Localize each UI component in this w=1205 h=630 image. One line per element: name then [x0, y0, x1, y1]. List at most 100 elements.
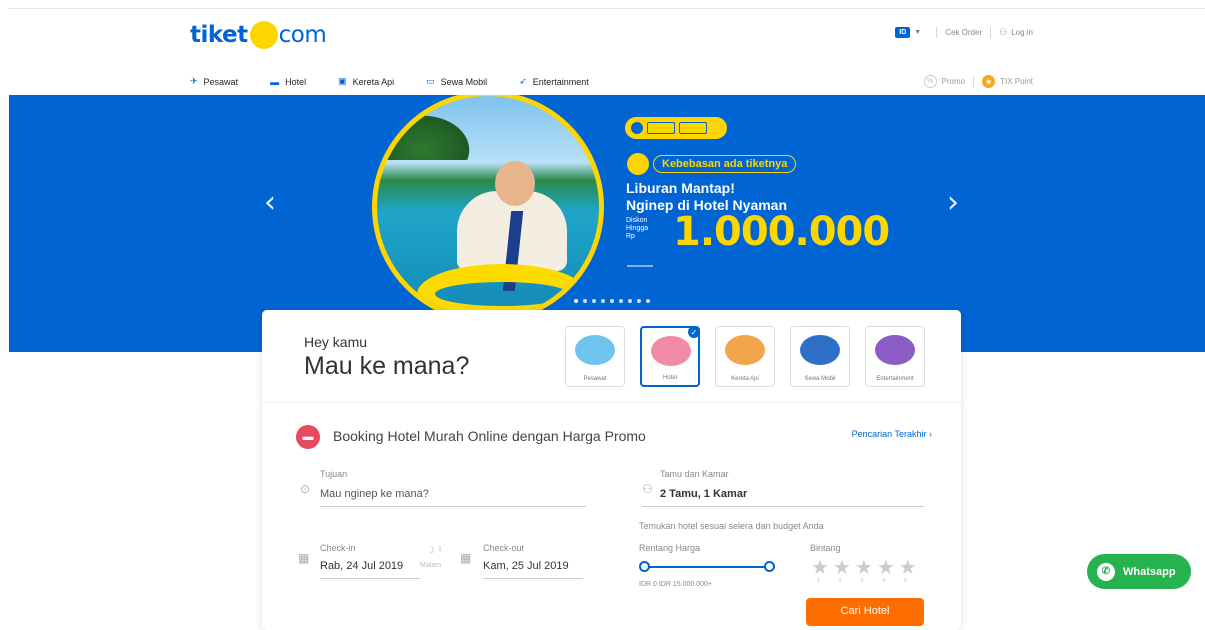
star-icon[interactable]: ★ [833, 555, 851, 580]
discount-label: Diskon Hingga Rp [626, 217, 648, 241]
carousel-dot[interactable] [619, 299, 623, 303]
chevron-right-icon[interactable]: › [947, 185, 959, 220]
star-number: 4 [882, 578, 886, 584]
hotel-icon [651, 336, 691, 366]
points-icon: ★ [982, 75, 996, 88]
points-link[interactable]: TIX Point [1000, 77, 1033, 86]
checkin-date[interactable]: Rab, 24 Jul 2019 [320, 560, 403, 572]
header-actions: ID ▼ Cek Order ⚇ Log in [895, 27, 1033, 38]
recent-search-link[interactable]: Pencarian Terakhir › [852, 429, 932, 439]
star-number: 1 [817, 578, 820, 584]
checkout-label: Check-out [483, 543, 525, 553]
nav-label: Hotel [285, 76, 307, 87]
filter-hint: Temukan hotel sesuai selera dan budget A… [639, 521, 824, 531]
nav-item-hotel[interactable]: ▬ Hotel [270, 77, 306, 87]
product-label: Entertainment [876, 376, 914, 382]
language-flag-icon[interactable]: ID [895, 27, 911, 38]
star-rating-selector[interactable]: ★ ★ ★ ★ ★ [811, 555, 917, 580]
product-label: Hotel [662, 375, 677, 381]
promo-link[interactable]: Promo [942, 77, 966, 86]
chevron-left-icon[interactable]: ‹ [264, 185, 276, 220]
tiket-logo[interactable]: tiket com [190, 20, 327, 50]
logo-text-right: com [278, 22, 327, 48]
user-icon: ⚇ [642, 482, 653, 496]
product-tab-entertainment[interactable]: Entertainment [865, 326, 925, 387]
price-range-label: Rentang Harga [639, 543, 701, 553]
price-range-values: IDR 0 IDR 15.000.000+ [639, 581, 712, 588]
product-label: Pesawat [583, 376, 607, 382]
carousel-dot[interactable] [628, 299, 632, 303]
nav-label: Sewa Mobil [440, 76, 488, 87]
carousel-dot[interactable] [592, 299, 596, 303]
nav-item-kereta-api[interactable]: ▣ Kereta Api [338, 76, 394, 87]
top-divider [9, 8, 1205, 9]
partner-badges [625, 117, 727, 139]
slider-min-handle[interactable] [639, 561, 650, 572]
carousel-dot[interactable] [601, 299, 605, 303]
star-icon[interactable]: ★ [811, 555, 829, 580]
cek-order-link[interactable]: Cek Order [945, 28, 982, 37]
product-tab-kereta-api[interactable]: Kereta Api [715, 326, 775, 387]
slider-max-handle[interactable] [764, 561, 775, 572]
nav-label: Kereta Api [352, 76, 395, 87]
chevron-down-icon[interactable]: ▼ [914, 29, 921, 36]
user-icon: ⚇ [999, 27, 1008, 37]
carousel-dot[interactable] [610, 299, 614, 303]
plane-icon: ✈ [190, 76, 198, 86]
car-icon: ▭ [426, 76, 435, 86]
whatsapp-label: Whatsapp [1123, 565, 1176, 578]
check-icon: ✓ [688, 326, 700, 338]
product-tab-sewa-mobil[interactable]: Sewa Mobil [790, 326, 850, 387]
login-link[interactable]: Log in [1011, 28, 1033, 37]
product-selector: Hey kamu Mau ke mana? Pesawat ✓ Hotel Ke… [262, 310, 961, 403]
moon-icon: ☽ [427, 545, 436, 555]
discount-line2: Hingga [626, 225, 649, 232]
nav-label: Pesawat [203, 76, 239, 87]
product-tabs: Pesawat ✓ Hotel Kereta Api Sewa Mobil En… [565, 326, 925, 387]
whatsapp-button[interactable]: ✆ Whatsapp [1087, 554, 1191, 589]
nav-item-sewa-mobil[interactable]: ▭ Sewa Mobil [426, 76, 487, 87]
star-icon[interactable]: ★ [877, 555, 895, 580]
logo-dot-icon [249, 21, 278, 49]
nav-item-entertainment[interactable]: ➶ Entertainment [519, 76, 589, 87]
location-pin-icon: ⊙ [300, 482, 311, 496]
fine-print [627, 265, 653, 267]
train-icon: ▣ [338, 76, 347, 86]
palm-tree-shape [387, 110, 477, 160]
checkin-label: Check-in [320, 543, 356, 553]
badge-box [679, 122, 707, 134]
nav-label: Entertainment [532, 76, 589, 87]
carousel-dot[interactable] [583, 299, 587, 303]
checkout-date[interactable]: Kam, 25 Jul 2019 [483, 560, 569, 572]
badge-icon [631, 122, 643, 134]
logo-text-left: tiket [190, 22, 248, 48]
star-number: 5 [904, 578, 907, 584]
star-icon[interactable]: ★ [855, 555, 873, 580]
guest-room-selector[interactable]: 2 Tamu, 1 Kamar [660, 488, 747, 500]
carousel-dot[interactable] [574, 299, 578, 303]
nights-label: Malam [420, 562, 442, 569]
greeting-text: Hey kamu [304, 334, 368, 350]
nav-right-links: % Promo ★ TIX Point [923, 75, 1033, 88]
search-card: Hey kamu Mau ke mana? Pesawat ✓ Hotel Ke… [262, 310, 961, 630]
nav-item-pesawat[interactable]: ✈ Pesawat [190, 76, 238, 87]
carousel-dot[interactable] [646, 299, 650, 303]
destination-label: Tujuan [320, 469, 348, 479]
guest-underline [642, 506, 924, 507]
divider [936, 27, 938, 38]
discount-line1: Diskon [626, 217, 648, 224]
star-number: 3 [860, 578, 864, 584]
price-range-slider[interactable] [639, 561, 775, 572]
destination-input[interactable]: Mau nginep ke mana? [320, 488, 429, 500]
train-icon [725, 335, 765, 365]
star-icon[interactable]: ★ [899, 555, 917, 580]
product-tab-pesawat[interactable]: Pesawat [565, 326, 625, 387]
calendar-icon: ▦ [298, 551, 310, 565]
destination-underline [320, 506, 586, 507]
product-tab-hotel[interactable]: ✓ Hotel [640, 326, 700, 387]
product-label: Kereta Api [731, 376, 759, 382]
discount-amount: 1.000.000 [673, 209, 890, 255]
carousel-dot[interactable] [637, 299, 641, 303]
guest-label: Tamu dan Kamar [660, 469, 729, 479]
carousel-dots[interactable] [574, 299, 650, 303]
